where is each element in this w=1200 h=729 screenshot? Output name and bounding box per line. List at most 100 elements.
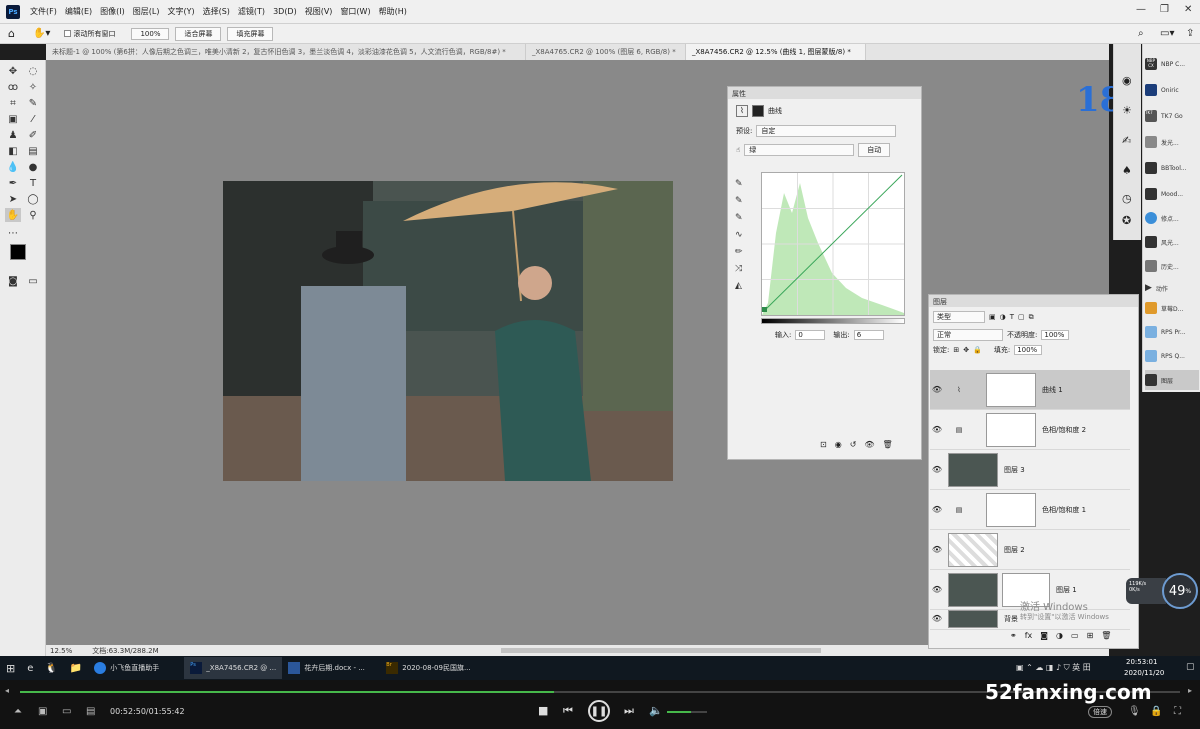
delete-icon[interactable]: 🗑	[883, 440, 893, 449]
volume-icon[interactable]: 🔈	[649, 704, 663, 717]
plugin-history[interactable]: 历史...	[1145, 256, 1199, 276]
foreground-color-swatch[interactable]	[10, 244, 26, 260]
histogram-icon[interactable]: ◉	[1122, 74, 1132, 87]
tab-untitled[interactable]: 未标题-1 @ 100% (第6拼：人像后期之色调三，唯美小清新 2，复古怀旧色…	[46, 44, 526, 60]
brush-settings-icon[interactable]: ✍	[1122, 134, 1131, 147]
more-tools-icon[interactable]: ⋯	[5, 226, 21, 240]
eye-icon[interactable]: 👁	[930, 465, 944, 474]
marquee-tool-icon[interactable]: ◌	[25, 64, 41, 78]
menu-help[interactable]: 帮助(H)	[375, 6, 411, 17]
prev-chapter-icon[interactable]: ◂	[5, 686, 9, 695]
plugin-layers[interactable]: 图层	[1145, 370, 1199, 390]
quick-mask-icon[interactable]: ◙	[5, 274, 21, 288]
menu-layer[interactable]: 图层(L)	[129, 6, 164, 17]
lock-pixels-icon[interactable]: ⊞	[953, 346, 959, 354]
gradient-tool-icon[interactable]: ▤	[25, 144, 41, 158]
output-field[interactable]: 6	[853, 330, 884, 340]
filter-adjust-icon[interactable]: ◑	[1000, 313, 1006, 321]
layer-filter-dropdown[interactable]: 类型	[933, 311, 985, 323]
lock-position-icon[interactable]: ✥	[963, 346, 969, 354]
fill-screen-button[interactable]: 填充屏幕	[227, 26, 274, 41]
task-photoshop[interactable]: Ps _X8A7456.CR2 @ ...	[184, 657, 283, 679]
task-live-assistant[interactable]: 小飞鱼直播助手	[88, 657, 184, 679]
delete-layer-icon[interactable]: 🗑	[1101, 631, 1111, 640]
eye-icon[interactable]: 👁	[930, 545, 944, 554]
add-mask-icon[interactable]: ◙	[1040, 631, 1048, 640]
eye-icon[interactable]: 👁	[930, 505, 944, 514]
plugin-tk7[interactable]: TK7 TK7 Go	[1145, 106, 1199, 126]
fill-field[interactable]: 100%	[1014, 345, 1043, 355]
fullscreen-icon[interactable]: ⛶	[1174, 706, 1181, 717]
new-group-icon[interactable]: ▭	[1071, 631, 1079, 640]
zoom-tool-icon[interactable]: ⚲	[25, 208, 41, 222]
blend-mode-dropdown[interactable]: 正常	[933, 329, 1003, 341]
eyedropper-tool-icon[interactable]: ✎	[25, 96, 41, 110]
plugin-icon[interactable]: ✪	[1122, 214, 1131, 227]
preset-dropdown[interactable]: 自定	[756, 125, 897, 137]
skip-forward-icon[interactable]: ⏭	[624, 704, 634, 718]
menu-window[interactable]: 窗口(W)	[336, 6, 374, 17]
plugin-rps-q[interactable]: RPS Q...	[1145, 346, 1199, 366]
task-bridge[interactable]: Br 2020-08-09民国旗...	[380, 657, 478, 679]
layer-mask-thumb[interactable]	[986, 372, 1036, 407]
layer-thumb[interactable]	[948, 532, 998, 567]
home-icon[interactable]: ⌂	[8, 27, 15, 40]
smooth-curve-icon[interactable]: ⤨	[735, 261, 749, 278]
history-icon[interactable]: ◷	[1122, 192, 1132, 205]
clipping-icon[interactable]: ◭	[735, 278, 749, 295]
channel-dropdown[interactable]: 绿	[744, 144, 855, 156]
layer-mask-thumb[interactable]	[986, 492, 1036, 527]
move-tool-icon[interactable]: ✥	[5, 64, 21, 78]
magic-wand-icon[interactable]: ✧	[25, 80, 41, 94]
volume-slider[interactable]	[667, 711, 707, 713]
fit-screen-button[interactable]: 适合屏幕	[175, 26, 222, 41]
new-layer-icon[interactable]: ⊞	[1087, 631, 1094, 640]
input-field[interactable]: 0	[795, 330, 826, 340]
on-image-adjust-icon[interactable]: ☝	[736, 146, 740, 154]
frame-tool-icon[interactable]: ▣	[5, 112, 21, 126]
plugin-bbtool[interactable]: BBTool...	[1145, 158, 1199, 178]
curve-point-icon[interactable]: ∿	[735, 227, 749, 244]
plugin-actions[interactable]: ▶ 动作	[1145, 278, 1199, 298]
plugin-glow[interactable]: 发光...	[1145, 132, 1199, 152]
tray-icons[interactable]: ▣ ⌃ ☁ ◨ ♪ ⛉ 英 田	[1016, 662, 1091, 673]
crop-tool-icon[interactable]: ⌗	[5, 96, 21, 110]
close-icon[interactable]: ✕	[1184, 4, 1192, 15]
stop-icon[interactable]: ■	[538, 704, 548, 717]
scroll-all-checkbox[interactable]	[64, 30, 72, 37]
menu-type[interactable]: 文字(Y)	[163, 6, 198, 17]
brush-tool-icon[interactable]: ⁄	[25, 112, 41, 126]
explorer-icon[interactable]: 📁	[64, 657, 88, 679]
performance-gauge[interactable]: 49%	[1162, 573, 1198, 609]
reset-icon[interactable]: ↺	[850, 440, 857, 449]
eye-icon[interactable]: 👁	[930, 425, 944, 434]
eraser-tool-icon[interactable]: ◧	[5, 144, 21, 158]
opacity-field[interactable]: 100%	[1041, 330, 1070, 340]
layer-row-layer-3[interactable]: 👁 图层 3	[930, 450, 1130, 490]
auto-button[interactable]: 自动	[858, 143, 891, 157]
lock-all-icon[interactable]: 🔒	[973, 346, 982, 354]
filter-type-icon[interactable]: T	[1010, 313, 1014, 321]
eyedropper-white-icon[interactable]: ✎	[735, 210, 749, 227]
layer-thumb[interactable]	[948, 452, 998, 487]
zoom-100-button[interactable]: 100%	[131, 27, 170, 40]
curve-graph[interactable]	[761, 172, 905, 316]
blur-tool-icon[interactable]: 💧	[5, 160, 21, 174]
pencil-curve-icon[interactable]: ✏	[735, 244, 749, 261]
fx-icon[interactable]: fx	[1025, 631, 1033, 640]
shape-tool-icon[interactable]: ◯	[25, 192, 41, 206]
tab-x8a7456[interactable]: _X8A7456.CR2 @ 12.5% (曲线 1, 图层蒙版/8) *	[686, 44, 866, 60]
speed-button[interactable]: 倍速	[1088, 706, 1112, 718]
document-photo[interactable]	[223, 181, 673, 481]
zoom-status[interactable]: 12.5%	[50, 647, 72, 655]
curves-adjustment-icon[interactable]: ⌇	[736, 105, 748, 117]
visibility-icon[interactable]: 👁	[864, 440, 874, 449]
edge-icon[interactable]: e	[21, 657, 39, 679]
eye-icon[interactable]: 👁	[930, 385, 944, 394]
next-chapter-icon[interactable]: ▸	[1188, 686, 1192, 695]
layer-row-hue-sat-1[interactable]: 👁 ▤ 色相/饱和度 1	[930, 490, 1130, 530]
notification-icon[interactable]: ▢	[1186, 662, 1195, 672]
upload-icon[interactable]: ⏶	[14, 706, 22, 717]
plugin-strawberry[interactable]: 草莓D...	[1145, 298, 1199, 318]
menu-edit[interactable]: 编辑(E)	[61, 6, 96, 17]
